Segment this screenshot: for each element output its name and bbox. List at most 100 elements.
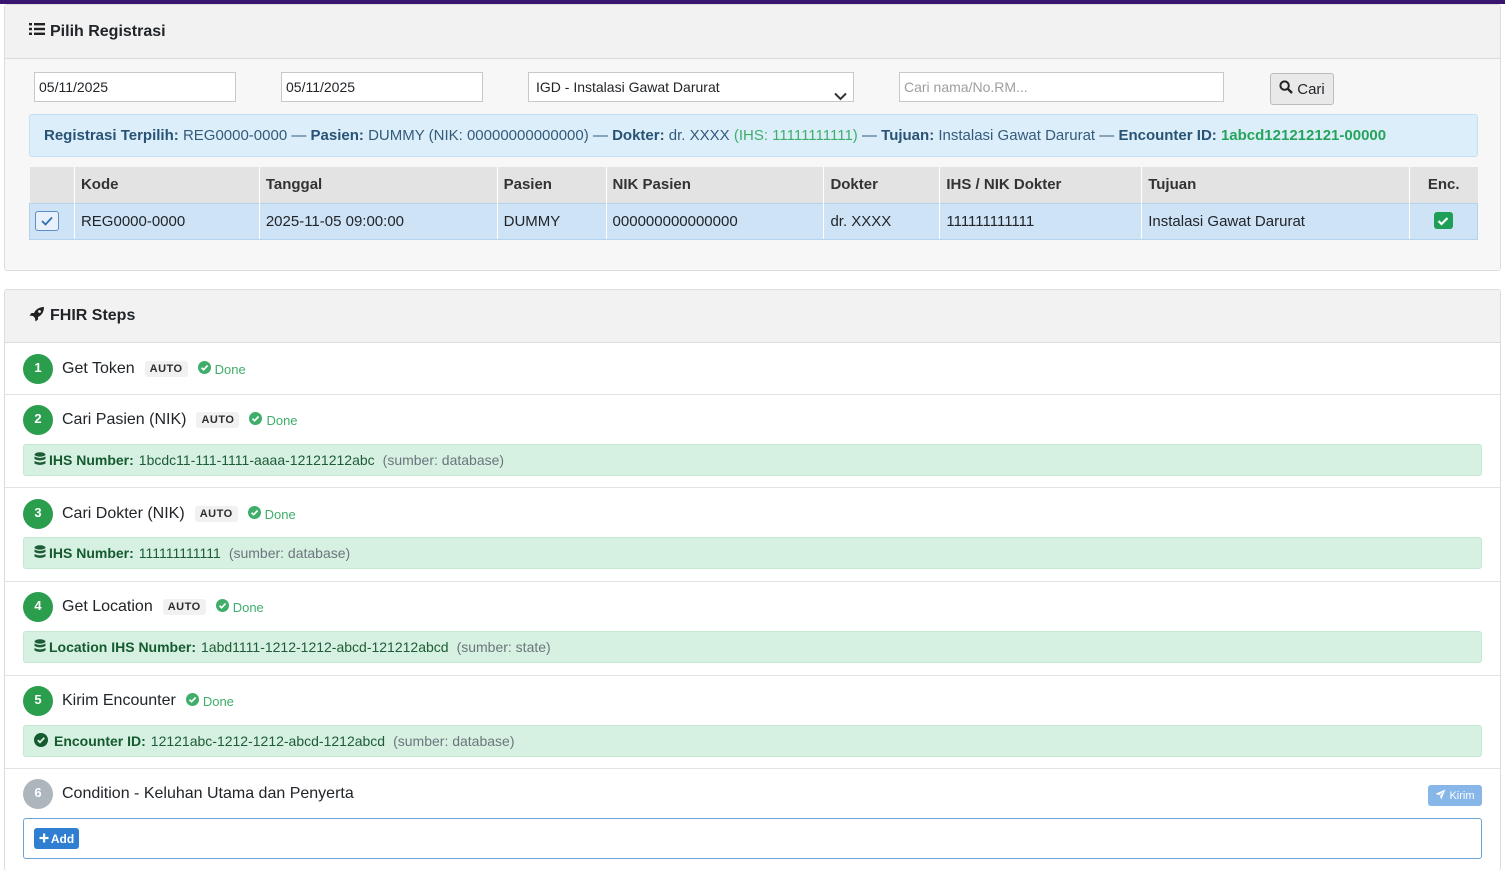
- auto-badge: AUTO: [196, 412, 240, 428]
- step-result: Location IHS Number: 1abd1111-1212-1212-…: [23, 631, 1482, 663]
- step-number: 5: [23, 686, 53, 716]
- encounter-value: 1abcd121212121-00000: [1220, 127, 1387, 144]
- fhir-steps-card: FHIR Steps 1 Get Token AUTO Done 2 Cari …: [4, 289, 1501, 871]
- dokter-ihs: (IHS: 11111111111): [733, 127, 858, 144]
- result-value: 111111111111: [138, 545, 221, 561]
- col-header-kode[interactable]: Kode: [73, 167, 260, 203]
- rocket-icon: [29, 306, 50, 327]
- step-title: Get Token: [62, 360, 135, 377]
- check-circle-icon: [34, 732, 51, 750]
- cell-pasien: DUMMY: [496, 202, 607, 240]
- reg-label: Registrasi Terpilih:: [44, 127, 179, 144]
- database-icon: [34, 638, 49, 656]
- result-label: IHS Number:: [49, 545, 134, 561]
- step-cari-dokter: 3 Cari Dokter (NIK) AUTO Done IHS Number…: [5, 488, 1500, 582]
- step-number: 2: [23, 405, 53, 435]
- table-header-row: Kode Tanggal Pasien NIK Pasien Dokter IH…: [29, 167, 1478, 203]
- result-value: 1abd1111-1212-1212-abcd-121212abcd: [201, 639, 449, 655]
- encounter-check-icon: [1433, 212, 1453, 230]
- add-button[interactable]: Add: [34, 828, 79, 849]
- auto-badge: AUTO: [144, 361, 188, 377]
- kirim-button[interactable]: Kirim: [1428, 785, 1482, 806]
- paper-plane-icon: [1435, 789, 1449, 803]
- row-select-checkbox[interactable]: [35, 211, 59, 231]
- result-label: Location IHS Number:: [49, 639, 197, 655]
- condition-list-box: Add: [23, 818, 1482, 859]
- result-source: (sumber: database): [382, 452, 505, 468]
- step-number: 6: [23, 779, 53, 809]
- done-label: Done: [232, 599, 264, 615]
- step-result: IHS Number: 111111111111 (sumber: databa…: [23, 537, 1482, 569]
- step-title: Cari Dokter (NIK): [62, 505, 185, 522]
- separator: —: [861, 127, 877, 144]
- col-header-dokter[interactable]: Dokter: [823, 167, 940, 203]
- auto-badge: AUTO: [194, 506, 238, 522]
- auto-badge: AUTO: [162, 599, 206, 615]
- cell-kode: REG0000-0000: [73, 202, 260, 240]
- step-cari-pasien: 2 Cari Pasien (NIK) AUTO Done IHS Number…: [5, 395, 1500, 488]
- unit-select-value: IGD - Instalasi Gawat Darurat: [536, 79, 720, 95]
- col-header-tanggal[interactable]: Tanggal: [258, 167, 498, 203]
- step-title: Get Location: [62, 598, 153, 615]
- status-done: Done: [215, 599, 264, 615]
- result-source: (sumber: database): [228, 545, 351, 561]
- tujuan-label: Tujuan:: [881, 127, 935, 144]
- result-source: (sumber: database): [393, 733, 515, 749]
- step-title: Cari Pasien (NIK): [62, 411, 187, 428]
- pasien-value: DUMMY (NIK: 00000000000000): [368, 127, 589, 144]
- col-header-enc[interactable]: Enc.: [1408, 167, 1478, 203]
- fhir-card-header: FHIR Steps: [5, 290, 1500, 343]
- date-to-input[interactable]: 05/11/2025: [281, 72, 483, 102]
- result-value: 12121abc-1212-1212-abcd-1212abcd: [150, 733, 386, 749]
- separator: —: [291, 127, 307, 144]
- status-done: Done: [249, 412, 298, 428]
- selected-registration-info: Registrasi Terpilih: REG0000-0000 — Pasi…: [29, 114, 1478, 157]
- check-circle-icon: [215, 599, 233, 615]
- reg-value: REG0000-0000: [182, 127, 288, 144]
- table-row[interactable]: REG0000-0000 2025-11-05 09:00:00 DUMMY 0…: [29, 202, 1479, 240]
- col-header-select: [29, 167, 75, 203]
- step-title: Kirim Encounter: [62, 692, 176, 709]
- result-label: Encounter ID:: [54, 733, 146, 749]
- dokter-label: Dokter:: [612, 127, 665, 144]
- search-input[interactable]: Cari nama/No.RM...: [899, 72, 1224, 102]
- col-header-nik-pasien[interactable]: NIK Pasien: [605, 167, 824, 203]
- dokter-value: dr. XXXX: [668, 127, 730, 144]
- search-icon: [1279, 80, 1297, 98]
- done-label: Done: [202, 693, 234, 709]
- registrasi-table: Kode Tanggal Pasien NIK Pasien Dokter IH…: [29, 167, 1479, 240]
- separator: —: [1099, 127, 1115, 144]
- registrasi-card-body: 05/11/2025 05/11/2025 IGD - Instalasi Ga…: [5, 59, 1500, 270]
- status-done: Done: [247, 506, 296, 522]
- col-header-pasien[interactable]: Pasien: [496, 167, 607, 203]
- unit-select[interactable]: IGD - Instalasi Gawat Darurat: [528, 72, 854, 102]
- fhir-card-title: FHIR Steps: [50, 307, 136, 324]
- encounter-label: Encounter ID:: [1118, 127, 1217, 144]
- step-get-location: 4 Get Location AUTO Done Location IHS Nu…: [5, 582, 1500, 676]
- tujuan-value: Instalasi Gawat Darurat: [938, 127, 1096, 144]
- step-number: 1: [23, 354, 53, 384]
- date-from-input[interactable]: 05/11/2025: [34, 72, 236, 102]
- cell-enc: [1408, 202, 1479, 240]
- step-condition: 6 Condition - Keluhan Utama dan Penyerta…: [5, 769, 1500, 871]
- step-number: 4: [23, 592, 53, 622]
- database-icon: [34, 544, 49, 562]
- row-select-cell: [29, 202, 75, 240]
- list-icon: [29, 22, 50, 41]
- search-button[interactable]: Cari: [1270, 73, 1334, 105]
- col-header-tujuan[interactable]: Tujuan: [1141, 167, 1410, 203]
- status-done: Done: [185, 693, 234, 709]
- cell-tanggal: 2025-11-05 09:00:00: [258, 202, 498, 240]
- pasien-label: Pasien:: [310, 127, 364, 144]
- check-circle-icon: [249, 412, 266, 428]
- col-header-ihs-dokter[interactable]: IHS / NIK Dokter: [939, 167, 1142, 203]
- result-source: (sumber: state): [456, 639, 551, 655]
- done-label: Done: [214, 361, 246, 377]
- cell-tujuan: Instalasi Gawat Darurat: [1141, 202, 1410, 240]
- status-done: Done: [197, 361, 246, 377]
- plus-icon: [39, 832, 51, 846]
- registrasi-card-title: Pilih Registrasi: [50, 22, 166, 40]
- search-button-label: Cari: [1297, 80, 1325, 98]
- step-kirim-encounter: 5 Kirim Encounter Done Encounter ID: 121…: [5, 676, 1500, 769]
- registrasi-card: Pilih Registrasi 05/11/2025 05/11/2025 I…: [4, 4, 1501, 271]
